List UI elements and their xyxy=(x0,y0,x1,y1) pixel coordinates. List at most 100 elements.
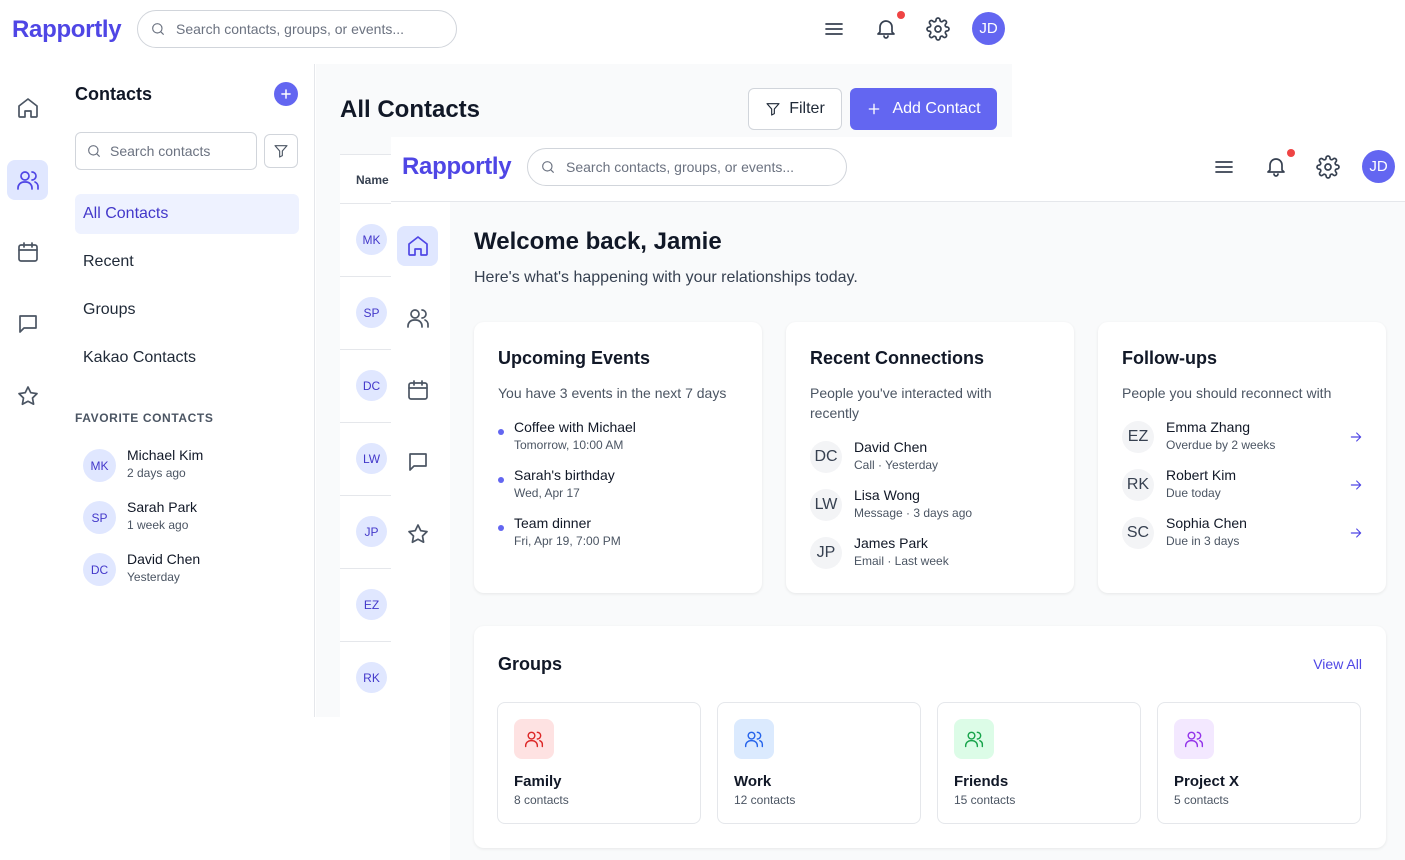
connection-name: David Chen xyxy=(854,439,928,455)
arrow-right-icon[interactable] xyxy=(1348,429,1364,445)
avatar: DC xyxy=(356,370,387,401)
follow-up-name: Emma Zhang xyxy=(1166,419,1251,435)
card-subtitle: You have 3 events in the next 7 days xyxy=(498,385,727,401)
gear-icon[interactable] xyxy=(1316,155,1340,179)
event-bullet xyxy=(498,525,504,531)
follow-up-item[interactable]: RK Robert Kim Due today xyxy=(1122,467,1362,507)
avatar: LW xyxy=(356,443,387,474)
top-bar: Rapportly JD xyxy=(0,0,1012,64)
connection-item[interactable]: JP James Park Email · Last week xyxy=(810,535,1050,575)
rail-messages[interactable] xyxy=(397,442,438,482)
gear-icon[interactable] xyxy=(926,17,950,41)
global-search[interactable] xyxy=(137,10,457,48)
arrow-right-icon[interactable] xyxy=(1348,477,1364,493)
rail-contacts[interactable] xyxy=(397,298,438,338)
app-logo[interactable]: Rapportly xyxy=(402,153,512,181)
follow-up-item[interactable]: SC Sophia Chen Due in 3 days xyxy=(1122,515,1362,555)
search-icon xyxy=(542,161,554,173)
notification-dot xyxy=(897,11,905,19)
event-item[interactable]: Sarah's birthday Wed, Apr 17 xyxy=(498,467,748,507)
follow-up-item[interactable]: EZ Emma Zhang Overdue by 2 weeks xyxy=(1122,419,1362,459)
group-count: 15 contacts xyxy=(954,793,1016,807)
rail-messages[interactable] xyxy=(7,304,48,344)
nav-recent[interactable]: Recent xyxy=(75,242,299,282)
contacts-search[interactable] xyxy=(75,132,257,170)
rail-home[interactable] xyxy=(7,88,48,128)
event-time: Tomorrow, 10:00 AM xyxy=(514,438,624,452)
event-item[interactable]: Team dinner Fri, Apr 19, 7:00 PM xyxy=(498,515,748,555)
home-icon xyxy=(17,98,38,118)
global-search-input[interactable] xyxy=(176,21,456,37)
event-bullet xyxy=(498,429,504,435)
add-contact-button[interactable]: Add Contact xyxy=(850,88,997,130)
bell-icon[interactable] xyxy=(874,16,898,40)
follow-up-name: Sophia Chen xyxy=(1166,515,1247,531)
nav-kakao-contacts[interactable]: Kakao Contacts xyxy=(75,338,299,378)
group-name: Work xyxy=(734,773,772,790)
contacts-filter-button[interactable] xyxy=(264,134,298,168)
home-icon xyxy=(407,236,428,256)
plus-icon xyxy=(869,103,880,115)
group-count: 8 contacts xyxy=(514,793,569,807)
contact-name: Sarah Park xyxy=(127,499,198,515)
add-contact-round-button[interactable] xyxy=(274,82,298,106)
global-search-input[interactable] xyxy=(566,159,846,175)
event-item[interactable]: Coffee with Michael Tomorrow, 10:00 AM xyxy=(498,419,748,459)
group-name: Project X xyxy=(1174,773,1240,790)
menu-icon[interactable] xyxy=(822,17,846,41)
group-card-family[interactable]: Family 8 contacts xyxy=(497,702,701,824)
avatar: JP xyxy=(356,516,387,547)
users-icon xyxy=(16,171,39,190)
contacts-search-input[interactable] xyxy=(110,143,250,159)
users-icon xyxy=(954,719,994,759)
users-icon xyxy=(514,719,554,759)
connection-name: Lisa Wong xyxy=(854,487,920,503)
contact-name: David Chen xyxy=(127,551,201,567)
favorite-contact[interactable]: MK Michael Kim 2 days ago xyxy=(83,447,283,487)
column-header-name[interactable]: Name xyxy=(356,173,389,187)
favorite-contact[interactable]: DC David Chen Yesterday xyxy=(83,551,283,591)
group-card-work[interactable]: Work 12 contacts xyxy=(717,702,921,824)
search-icon xyxy=(152,23,164,35)
rail-calendar[interactable] xyxy=(397,370,438,410)
favorite-contact[interactable]: SP Sarah Park 1 week ago xyxy=(83,499,283,539)
group-card-friends[interactable]: Friends 15 contacts xyxy=(937,702,1141,824)
avatar: EZ xyxy=(1122,421,1154,453)
card-subtitle: People you should reconnect with xyxy=(1122,385,1332,401)
rail-home[interactable] xyxy=(397,226,438,266)
avatar: DC xyxy=(83,553,116,586)
star-icon xyxy=(407,524,428,544)
contact-name: Michael Kim xyxy=(127,447,204,463)
global-search[interactable] xyxy=(527,148,847,186)
rail-contacts[interactable] xyxy=(7,160,48,200)
user-avatar[interactable]: JD xyxy=(1362,150,1395,183)
avatar: JP xyxy=(810,537,842,569)
card-title: Recent Connections xyxy=(810,348,985,368)
app-logo[interactable]: Rapportly xyxy=(12,16,122,44)
connection-item[interactable]: LW Lisa Wong Message · 3 days ago xyxy=(810,487,1050,527)
contact-last-seen: 1 week ago xyxy=(127,518,189,532)
rail-favorites[interactable] xyxy=(7,376,48,416)
rail-favorites[interactable] xyxy=(397,514,438,554)
avatar: SC xyxy=(1122,517,1154,549)
bell-icon[interactable] xyxy=(1264,154,1288,178)
calendar-icon xyxy=(407,380,428,400)
side-rail xyxy=(391,202,450,860)
nav-all-contacts[interactable]: All Contacts xyxy=(75,194,299,234)
arrow-right-icon[interactable] xyxy=(1348,525,1364,541)
menu-icon[interactable] xyxy=(1212,155,1236,179)
event-time: Fri, Apr 19, 7:00 PM xyxy=(514,534,621,548)
group-card-project-x[interactable]: Project X 5 contacts xyxy=(1157,702,1361,824)
view-all-link[interactable]: View All xyxy=(1313,656,1362,672)
nav-groups[interactable]: Groups xyxy=(75,290,299,330)
user-avatar[interactable]: JD xyxy=(972,12,1005,45)
contact-last-seen: Yesterday xyxy=(127,570,180,584)
card-title: Upcoming Events xyxy=(498,348,651,368)
filter-button[interactable]: Filter xyxy=(748,88,842,130)
connection-item[interactable]: DC David Chen Call · Yesterday xyxy=(810,439,1050,479)
avatar: RK xyxy=(1122,469,1154,501)
avatar: EZ xyxy=(356,589,387,620)
connection-detail: Message · 3 days ago xyxy=(854,506,973,520)
rail-calendar[interactable] xyxy=(7,232,48,272)
side-rail xyxy=(0,64,56,717)
